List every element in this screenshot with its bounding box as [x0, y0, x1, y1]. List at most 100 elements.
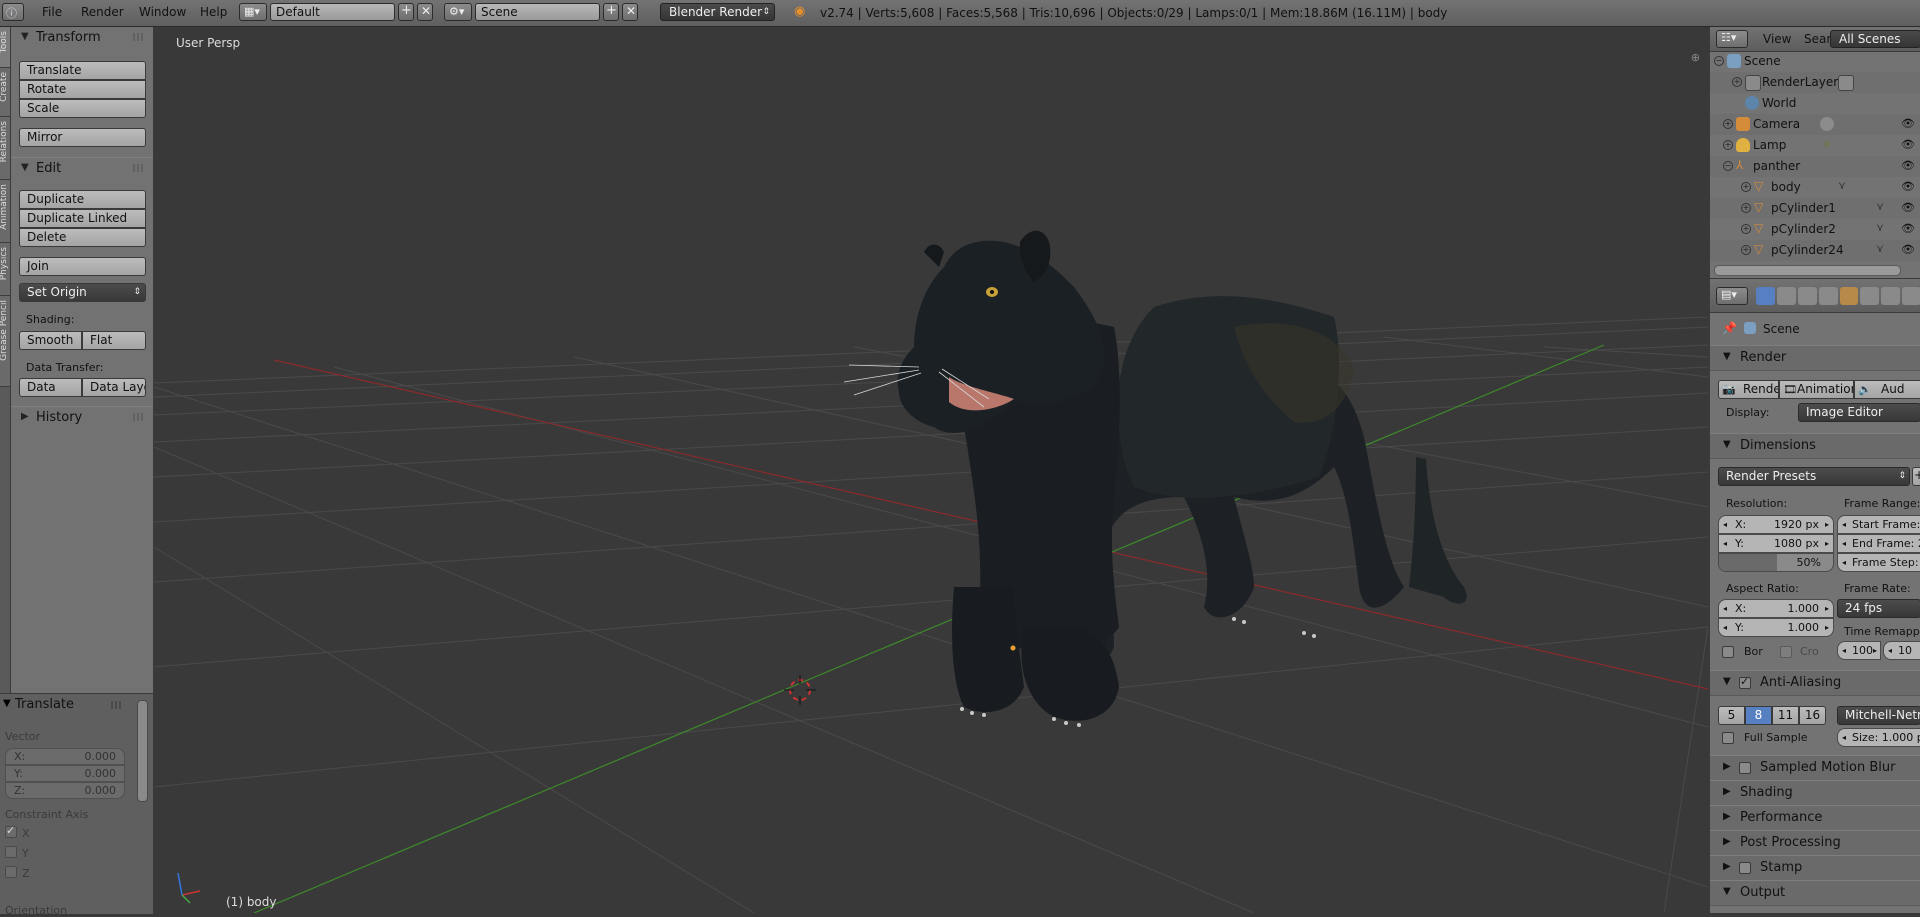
- aa-samples-16[interactable]: 16: [1799, 706, 1826, 725]
- left-arrow-icon[interactable]: ◂: [1842, 516, 1846, 533]
- 3d-cursor[interactable]: [784, 675, 816, 705]
- layout-name-field[interactable]: Default: [270, 3, 395, 21]
- resolution-x-field[interactable]: ◂ X: 1920 px ▸: [1718, 515, 1834, 534]
- visibility-eye-icon[interactable]: 👁: [1901, 243, 1915, 256]
- layout-add-button[interactable]: +: [398, 3, 414, 21]
- frame-rate-select[interactable]: 24 fps: [1837, 599, 1920, 618]
- tab-physics[interactable]: Physics: [0, 243, 10, 296]
- render-engine-select[interactable]: Blender Render ⇕: [660, 3, 775, 21]
- render-audio-button[interactable]: 🔈 Aud: [1854, 380, 1920, 399]
- frame-step-field[interactable]: ◂ Frame Step:: [1837, 553, 1920, 572]
- transform-panel-header[interactable]: ▼ Transform: [11, 27, 153, 49]
- expand-icon[interactable]: +: [1741, 224, 1751, 234]
- smooth-button[interactable]: Smooth: [19, 331, 82, 350]
- anti-aliasing-checkbox[interactable]: ✓: [1739, 675, 1751, 689]
- menu-window[interactable]: Window: [139, 5, 186, 19]
- tab-grease-pencil[interactable]: Grease Pencil: [0, 296, 10, 387]
- border-checkbox[interactable]: [1722, 646, 1734, 658]
- constraint-x-checkbox[interactable]: ✓: [5, 824, 17, 838]
- operator-panel-header[interactable]: ▼ Translate: [0, 694, 153, 716]
- right-arrow-icon[interactable]: ▸: [1825, 516, 1829, 533]
- join-button[interactable]: Join: [19, 257, 146, 276]
- outliner-row-camera[interactable]: + Camera 👁: [1710, 114, 1920, 135]
- scene-name-field[interactable]: Scene: [475, 3, 600, 21]
- time-remap-old-field[interactable]: ◂ 100 ▸: [1837, 641, 1881, 660]
- visibility-eye-icon[interactable]: 👁: [1901, 138, 1915, 151]
- aa-samples-11[interactable]: 11: [1772, 706, 1799, 725]
- outliner-row-panther[interactable]: − ⅄ panther 👁: [1710, 156, 1920, 177]
- duplicate-button[interactable]: Duplicate: [19, 190, 146, 209]
- shading-panel-header[interactable]: ▶ Shading: [1710, 780, 1920, 806]
- stamp-panel-header[interactable]: ▶ Stamp: [1710, 855, 1920, 881]
- post-processing-panel-header[interactable]: ▶ Post Processing: [1710, 830, 1920, 856]
- motion-blur-checkbox[interactable]: [1739, 762, 1751, 774]
- expand-icon[interactable]: +: [1723, 140, 1733, 150]
- delete-button[interactable]: Delete: [19, 228, 146, 247]
- left-arrow-icon[interactable]: ◂: [1723, 516, 1727, 533]
- constraint-y-checkbox[interactable]: [5, 846, 17, 858]
- visibility-eye-icon[interactable]: 👁: [1901, 201, 1915, 214]
- display-mode-select[interactable]: All Scenes: [1830, 30, 1920, 48]
- left-arrow-icon[interactable]: ◂: [1842, 642, 1846, 659]
- expand-icon[interactable]: +: [1741, 203, 1751, 213]
- scene-tab-icon[interactable]: [1797, 287, 1817, 305]
- translate-button[interactable]: Translate: [19, 61, 146, 80]
- menu-file[interactable]: File: [42, 5, 62, 19]
- render-tab-camera-icon[interactable]: [1756, 287, 1775, 305]
- drag-grip-icon[interactable]: [133, 33, 145, 41]
- add-plus-icon[interactable]: ⊕: [1691, 51, 1700, 64]
- layout-remove-button[interactable]: ✕: [417, 3, 433, 21]
- tab-relations[interactable]: Relations: [0, 117, 10, 180]
- outliner-row-renderlayers[interactable]: + RenderLayers: [1710, 72, 1920, 93]
- collapse-icon[interactable]: −: [1723, 161, 1733, 171]
- motion-blur-panel-header[interactable]: ▶ Sampled Motion Blur: [1710, 755, 1920, 781]
- left-arrow-icon[interactable]: ◂: [1842, 729, 1846, 746]
- set-origin-select[interactable]: Set Origin ⇕: [19, 283, 146, 302]
- constraints-tab-icon[interactable]: [1860, 287, 1880, 305]
- visibility-eye-icon[interactable]: 👁: [1901, 117, 1915, 130]
- mirror-button[interactable]: Mirror: [19, 128, 146, 147]
- expand-icon[interactable]: +: [1741, 245, 1751, 255]
- resolution-percentage-slider[interactable]: 50%: [1718, 553, 1834, 572]
- pin-icon[interactable]: 📌: [1722, 321, 1737, 335]
- visibility-eye-icon[interactable]: 👁: [1901, 180, 1915, 193]
- expand-icon[interactable]: +: [1723, 119, 1733, 129]
- crop-checkbox[interactable]: [1780, 646, 1792, 658]
- display-select[interactable]: Image Editor: [1798, 403, 1920, 422]
- rotate-button[interactable]: Rotate: [19, 80, 146, 99]
- vector-x-field[interactable]: X: 0.000: [5, 748, 125, 765]
- render-presets-select[interactable]: Render Presets ⇕: [1718, 467, 1910, 486]
- aspect-x-field[interactable]: ◂ X: 1.000 ▸: [1718, 599, 1834, 618]
- outliner-row-pcylinder24[interactable]: + ▽ pCylinder24 ⋎ 👁: [1710, 240, 1920, 261]
- object-tab-icon[interactable]: [1839, 287, 1859, 305]
- data-layout-button[interactable]: Data Layo: [82, 378, 146, 397]
- render-panel-header[interactable]: ▼ Render: [1710, 345, 1920, 371]
- data-tab-icon[interactable]: [1902, 287, 1920, 305]
- render-animation-button[interactable]: 🎞 Animation: [1779, 380, 1854, 399]
- visibility-eye-icon[interactable]: 👁: [1901, 222, 1915, 235]
- outliner-row-pcylinder1[interactable]: + ▽ pCylinder1 ⋎ 👁: [1710, 198, 1920, 219]
- menu-render[interactable]: Render: [81, 5, 124, 19]
- vector-y-field[interactable]: Y: 0.000: [5, 765, 125, 782]
- time-remap-new-field[interactable]: ◂ 10: [1883, 641, 1920, 660]
- scene-browse-button[interactable]: ⚙▾: [444, 3, 472, 21]
- duplicate-linked-button[interactable]: Duplicate Linked: [19, 209, 146, 228]
- operator-scrollbar[interactable]: [137, 700, 148, 802]
- add-preset-button[interactable]: +: [1912, 467, 1920, 486]
- left-arrow-icon[interactable]: ◂: [1723, 535, 1727, 552]
- data-transfer-button[interactable]: Data: [19, 378, 82, 397]
- performance-panel-header[interactable]: ▶ Performance: [1710, 805, 1920, 831]
- outliner-horizontal-scrollbar[interactable]: [1714, 265, 1901, 276]
- panther-model[interactable]: [843, 230, 1467, 727]
- left-arrow-icon[interactable]: ◂: [1888, 642, 1892, 659]
- history-panel-header[interactable]: ▶ History: [11, 406, 153, 429]
- scene-add-button[interactable]: +: [603, 3, 619, 21]
- scale-button[interactable]: Scale: [19, 99, 146, 118]
- editor-type-button[interactable]: ☷▾: [1716, 30, 1748, 48]
- output-panel-header[interactable]: ▼ Output: [1710, 880, 1920, 906]
- world-tab-icon[interactable]: [1818, 287, 1838, 305]
- layout-browse-button[interactable]: ▦▾: [239, 3, 267, 21]
- outliner-row-lamp[interactable]: + Lamp ✳ 👁: [1710, 135, 1920, 156]
- aa-samples-8[interactable]: 8: [1745, 706, 1772, 725]
- start-frame-field[interactable]: ◂ Start Frame:: [1837, 515, 1920, 534]
